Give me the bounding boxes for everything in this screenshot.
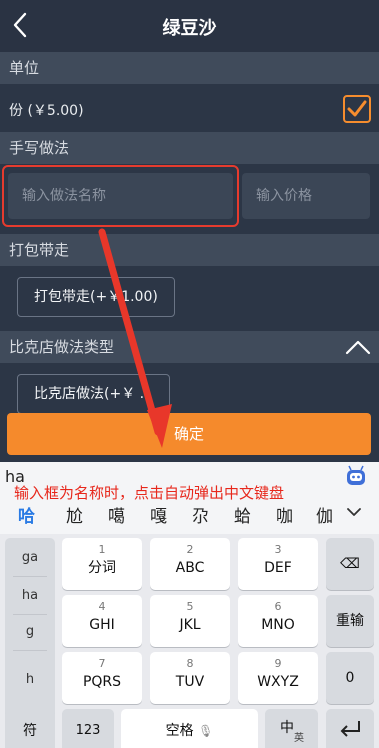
section-handwritten: 手写做法 (0, 132, 379, 164)
key-letters: PQRS (82, 674, 122, 690)
highlight-box (2, 165, 239, 227)
key-letters: TUV (175, 674, 205, 690)
lang-sub-label: 英 (294, 733, 304, 744)
key-letters: JKL (179, 617, 201, 633)
key-letters: GHI (89, 617, 115, 633)
candidate-item[interactable]: 伽 (316, 502, 333, 527)
unit-label: 份 (￥5.00) (9, 103, 84, 119)
takeaway-chip[interactable]: 打包带走(+￥1.00) (17, 277, 175, 317)
key-number: 2 (186, 543, 194, 556)
method-price-input[interactable]: 输入价格 (242, 173, 370, 219)
backspace-icon: ⌫ (340, 556, 360, 572)
robot-icon[interactable] (344, 465, 368, 487)
key-2[interactable]: 2 ABC (150, 538, 230, 590)
key-number: 4 (98, 600, 106, 613)
candidate-item[interactable]: 噶 (108, 502, 125, 527)
key-number: 5 (186, 600, 194, 613)
zero-key[interactable]: 0 (326, 652, 374, 704)
ime-keyboard: ha 输入框为名称时，点击自动弹出中文键盘 哈 尬 噶 嘎 尕 蛤 咖 伽 ga (0, 462, 379, 748)
bike-chip[interactable]: 比克店做法(+￥ ... (17, 374, 170, 414)
check-icon (347, 100, 367, 117)
candidate-item[interactable]: 蛤 (234, 502, 251, 527)
zero-label: 0 (345, 670, 355, 686)
key-number: 3 (274, 543, 282, 556)
key-7[interactable]: 7 PQRS (62, 652, 142, 704)
candidate-item[interactable]: 哈 (18, 502, 35, 527)
symbol-label: 符 (23, 723, 37, 739)
section-bike: 比克店做法类型 (0, 331, 379, 363)
candidate-item[interactable]: 咖 (276, 502, 293, 527)
chevron-down-icon[interactable] (346, 506, 362, 518)
nav-bar: 绿豆沙 (0, 0, 379, 52)
num123-label: 123 (75, 723, 101, 738)
key-8[interactable]: 8 TUV (150, 652, 230, 704)
divider (13, 650, 47, 651)
num123-key[interactable]: 123 (62, 709, 114, 748)
key-5[interactable]: 5 JKL (150, 595, 230, 647)
key-3[interactable]: 3 DEF (238, 538, 318, 590)
key-number: 8 (186, 657, 194, 670)
key-number: 9 (274, 657, 282, 670)
space-label: 空格 (165, 723, 194, 739)
retype-label: 重输 (336, 613, 364, 629)
key-1[interactable]: 1 分词 (62, 538, 142, 590)
side-key[interactable]: g (5, 614, 55, 650)
backspace-key[interactable]: ⌫ (326, 538, 374, 590)
candidate-list: 哈 尬 噶 嘎 尕 蛤 咖 伽 (0, 502, 379, 532)
side-key[interactable]: ga (5, 540, 55, 576)
key-9[interactable]: 9 WXYZ (238, 652, 318, 704)
page-title: 绿豆沙 (162, 18, 217, 39)
unit-checkbox[interactable] (343, 95, 371, 123)
key-4[interactable]: 4 GHI (62, 595, 142, 647)
key-letters: 分词 (88, 560, 116, 576)
key-letters: DEF (264, 560, 292, 576)
symbol-key[interactable]: 符 (5, 709, 55, 748)
candidate-bar: ha 输入框为名称时，点击自动弹出中文键盘 哈 尬 噶 嘎 尕 蛤 咖 伽 (0, 462, 379, 534)
key-letters: WXYZ (257, 674, 299, 690)
side-key[interactable]: ha (5, 578, 55, 614)
key-number: 7 (98, 657, 106, 670)
key-letters: MNO (261, 617, 295, 633)
enter-icon (340, 721, 360, 737)
lang-switch-key[interactable]: 中 英 (265, 709, 318, 748)
chevron-up-icon[interactable] (345, 339, 371, 355)
enter-key[interactable] (326, 709, 374, 748)
annotation-text: 输入框为名称时，点击自动弹出中文键盘 (14, 484, 285, 502)
candidate-item[interactable]: 嘎 (150, 502, 167, 527)
lang-main-label: 中 (280, 720, 294, 736)
retype-key[interactable]: 重输 (326, 595, 374, 647)
key-number: 6 (274, 600, 282, 613)
space-key[interactable]: 空格 🎙 (121, 709, 258, 748)
section-takeaway: 打包带走 (0, 234, 379, 266)
side-key[interactable]: h (5, 662, 55, 698)
candidate-item[interactable]: 尬 (66, 502, 83, 527)
microphone-icon: 🎙 (198, 724, 214, 738)
divider (13, 576, 47, 577)
confirm-button[interactable]: 确定 (7, 413, 371, 455)
candidate-item[interactable]: 尕 (192, 502, 209, 527)
key-letters: ABC (175, 560, 205, 576)
key-6[interactable]: 6 MNO (238, 595, 318, 647)
key-number: 1 (98, 543, 106, 556)
section-unit: 单位 (0, 52, 379, 84)
